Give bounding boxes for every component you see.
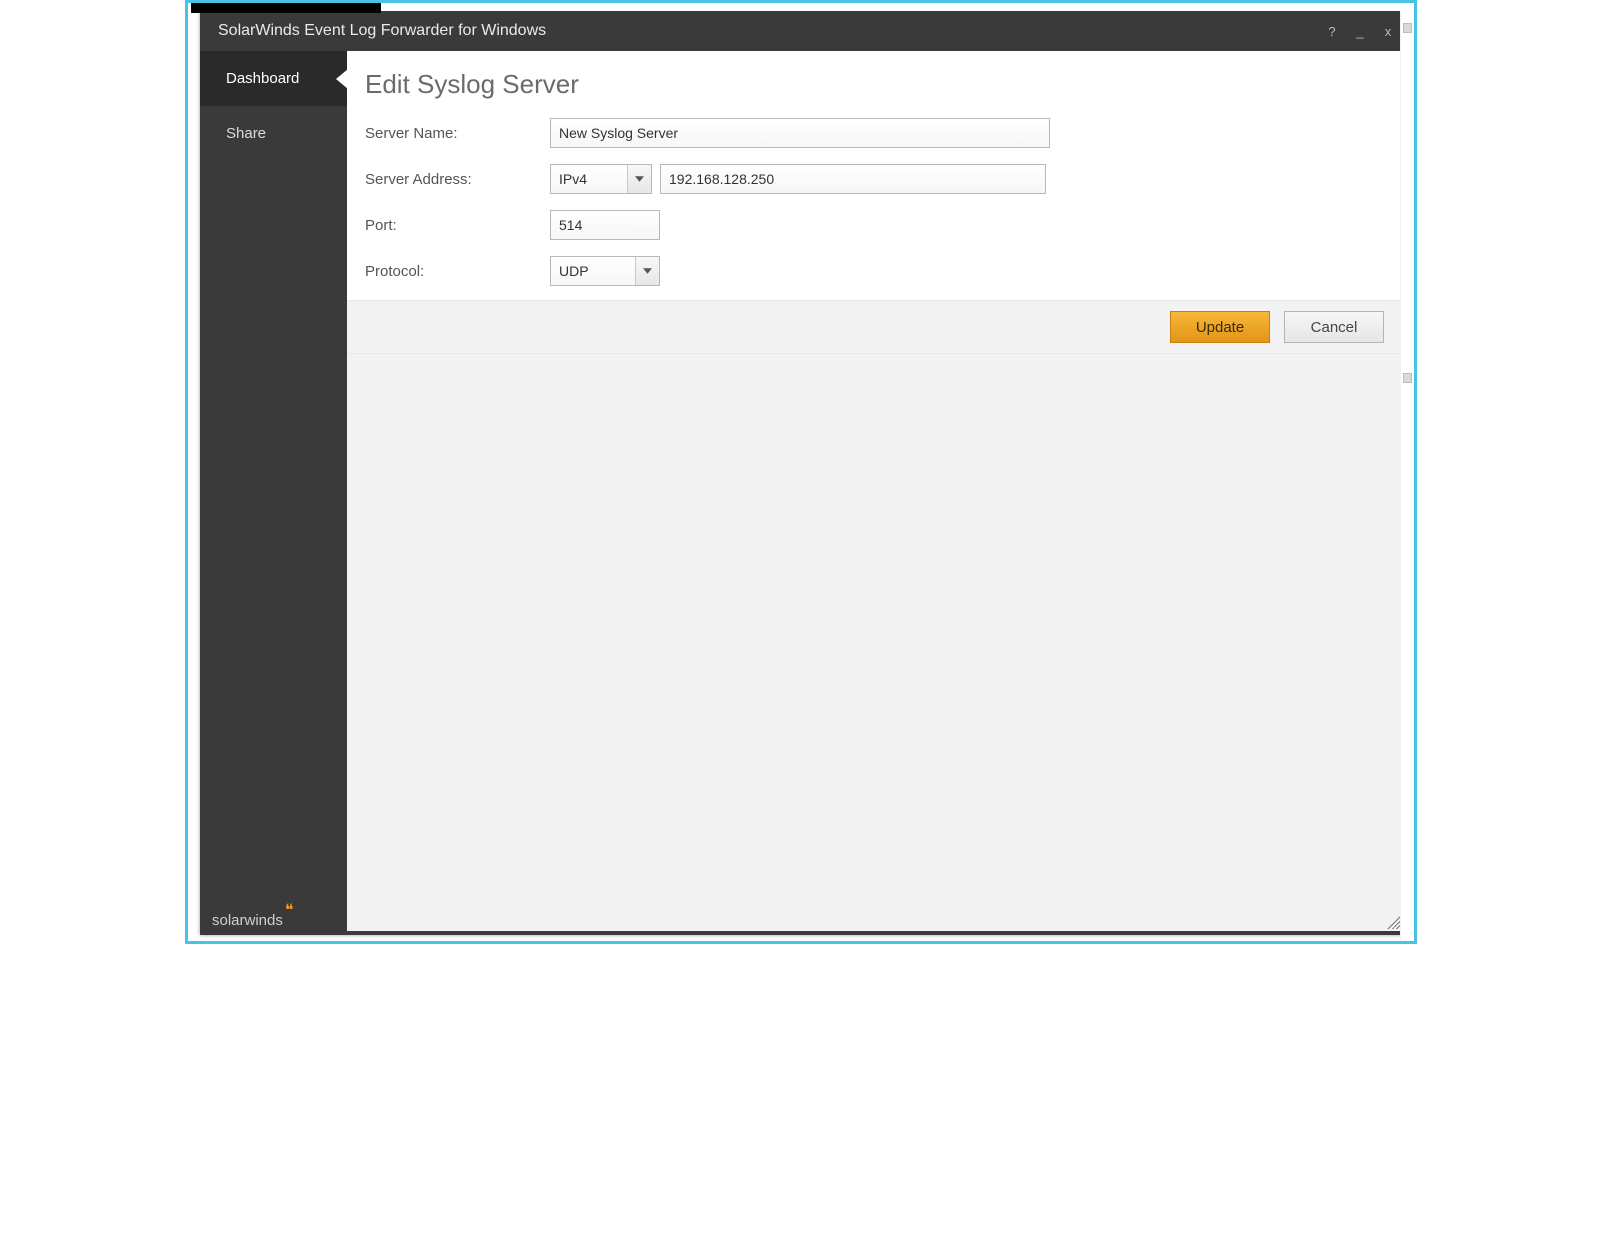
chevron-down-icon: [635, 257, 659, 285]
row-port: Port:: [365, 210, 1384, 240]
scrollbar-thumb-hint: [1403, 373, 1412, 383]
update-button[interactable]: Update: [1170, 311, 1270, 343]
chevron-down-icon: [627, 165, 651, 193]
protocol-value: UDP: [559, 263, 589, 279]
close-button[interactable]: x: [1380, 24, 1396, 39]
label-port: Port:: [365, 217, 550, 234]
app-body: Dashboard Share solarwinds ❝ Edit Syslog…: [200, 51, 1406, 935]
page-slice-top: [188, 3, 1414, 11]
sidebar-item-label: Share: [226, 125, 266, 142]
protocol-select[interactable]: UDP: [550, 256, 660, 286]
server-address-input[interactable]: [660, 164, 1046, 194]
flame-icon: ❝: [285, 903, 294, 919]
sidebar: Dashboard Share solarwinds ❝: [200, 51, 347, 935]
server-name-input[interactable]: [550, 118, 1050, 148]
action-bar: Update Cancel: [347, 300, 1402, 353]
label-protocol: Protocol:: [365, 263, 550, 280]
cropped-text-bg: [191, 0, 381, 13]
brand-text: solarwinds: [212, 912, 283, 929]
outer-frame: SolarWinds Event Log Forwarder for Windo…: [185, 0, 1417, 944]
ip-version-value: IPv4: [559, 171, 587, 187]
sidebar-item-share[interactable]: Share: [200, 106, 347, 161]
window-controls: ? _ x: [1324, 24, 1396, 39]
label-server-address: Server Address:: [365, 171, 550, 188]
titlebar: SolarWinds Event Log Forwarder for Windo…: [200, 11, 1406, 51]
sidebar-item-label: Dashboard: [226, 70, 299, 87]
resize-grip-icon[interactable]: [1386, 915, 1400, 929]
help-button[interactable]: ?: [1324, 24, 1340, 39]
brand: solarwinds ❝: [212, 903, 293, 929]
app-window: SolarWinds Event Log Forwarder for Windo…: [200, 11, 1406, 935]
window-title: SolarWinds Event Log Forwarder for Windo…: [218, 22, 1324, 40]
cancel-button[interactable]: Cancel: [1284, 311, 1384, 343]
content-pane: Edit Syslog Server Server Name: Server A…: [347, 51, 1402, 931]
row-server-address: Server Address: IPv4: [365, 164, 1384, 194]
label-server-name: Server Name:: [365, 125, 550, 142]
port-input[interactable]: [550, 210, 660, 240]
row-protocol: Protocol: UDP: [365, 256, 1384, 286]
scrollbar-thumb-hint: [1403, 23, 1412, 33]
empty-area: [347, 353, 1402, 931]
page-title: Edit Syslog Server: [365, 69, 1384, 100]
minimize-button[interactable]: _: [1352, 24, 1368, 39]
ip-version-select[interactable]: IPv4: [550, 164, 652, 194]
host-scrollbar[interactable]: [1400, 3, 1414, 941]
sidebar-item-dashboard[interactable]: Dashboard: [200, 51, 347, 106]
row-server-name: Server Name:: [365, 118, 1384, 148]
form-area: Edit Syslog Server Server Name: Server A…: [347, 51, 1402, 300]
